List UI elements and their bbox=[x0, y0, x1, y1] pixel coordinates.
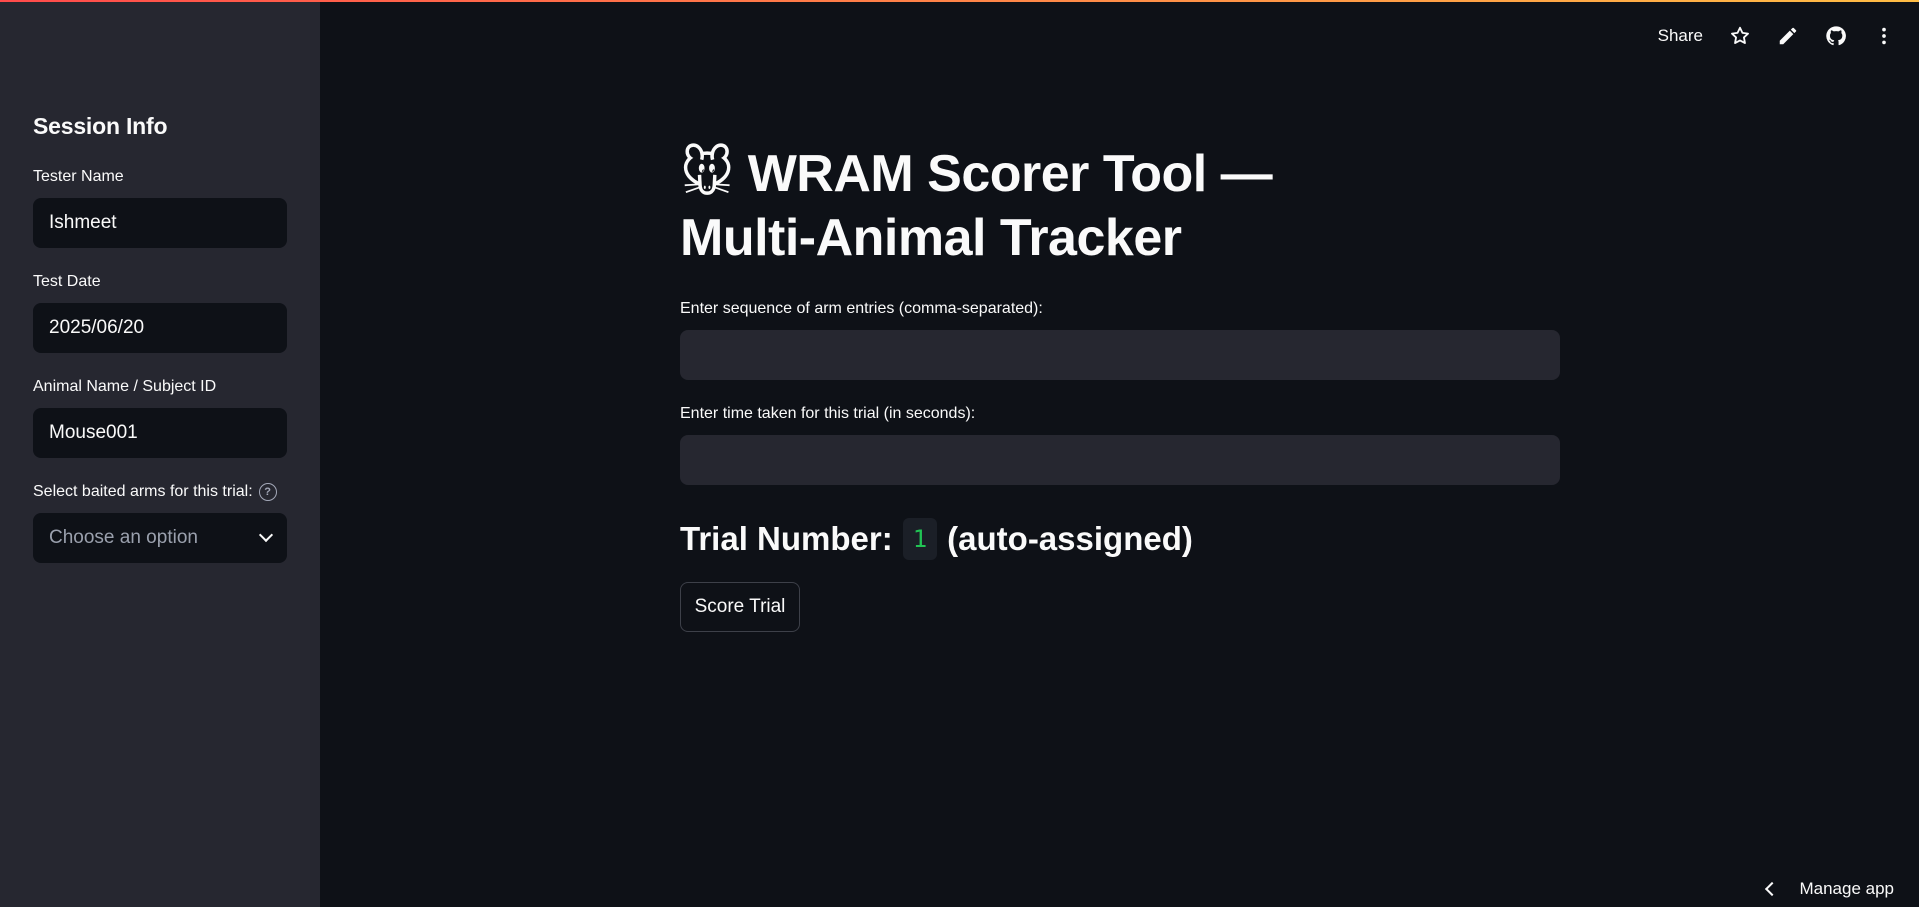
star-icon[interactable] bbox=[1729, 25, 1751, 47]
test-date-value: 2025/06/20 bbox=[49, 317, 145, 338]
trial-number-suffix: (auto-assigned) bbox=[947, 520, 1193, 557]
time-label: Enter time taken for this trial (in seco… bbox=[680, 405, 976, 422]
tester-name-value: Ishmeet bbox=[49, 212, 117, 233]
baited-arms-select[interactable]: Choose an option bbox=[33, 513, 287, 563]
score-trial-button[interactable]: Score Trial bbox=[680, 582, 800, 632]
chevron-left-icon bbox=[1765, 881, 1780, 897]
top-decoration-line bbox=[0, 0, 1919, 2]
test-date-label: Test Date bbox=[33, 273, 101, 290]
test-date-input[interactable]: 2025/06/20 bbox=[33, 303, 287, 353]
sidebar-heading: Session Info bbox=[33, 113, 168, 139]
help-icon[interactable]: ? bbox=[258, 483, 277, 501]
sequence-input[interactable] bbox=[680, 330, 1560, 380]
top-toolbar: Share bbox=[1658, 22, 1895, 50]
share-button[interactable]: Share bbox=[1658, 26, 1703, 46]
trial-number-heading: Trial Number: 1 (auto-assigned) bbox=[680, 518, 1193, 560]
page-title: 🐭 WRAM Scorer Tool — Multi-Animal Tracke… bbox=[680, 142, 1420, 270]
pencil-icon[interactable] bbox=[1777, 25, 1799, 47]
trial-number-badge: 1 bbox=[902, 518, 938, 560]
more-vertical-icon[interactable] bbox=[1873, 25, 1895, 47]
sequence-label: Enter sequence of arm entries (comma-sep… bbox=[680, 300, 1043, 317]
animal-id-label: Animal Name / Subject ID bbox=[33, 378, 217, 395]
baited-arms-placeholder: Choose an option bbox=[49, 527, 198, 548]
baited-arms-label: Select baited arms for this trial: ? bbox=[33, 483, 277, 501]
baited-arms-label-text: Select baited arms for this trial: bbox=[33, 483, 253, 500]
page-title-text: WRAM Scorer Tool — Multi-Animal Tracker bbox=[680, 145, 1273, 267]
chevron-down-icon bbox=[258, 527, 274, 543]
manage-app-button[interactable]: Manage app bbox=[1765, 879, 1894, 899]
tester-name-label: Tester Name bbox=[33, 168, 124, 185]
time-input[interactable] bbox=[680, 435, 1560, 485]
manage-app-label: Manage app bbox=[1799, 879, 1894, 898]
animal-id-value: Mouse001 bbox=[49, 422, 138, 443]
tester-name-input[interactable]: Ishmeet bbox=[33, 198, 287, 248]
mouse-emoji-icon: 🐭 bbox=[680, 145, 734, 203]
animal-id-input[interactable]: Mouse001 bbox=[33, 408, 287, 458]
sidebar: Session Info Tester Name Ishmeet Test Da… bbox=[0, 0, 320, 907]
trial-number-prefix: Trial Number: bbox=[680, 520, 893, 557]
github-icon[interactable] bbox=[1825, 25, 1847, 47]
